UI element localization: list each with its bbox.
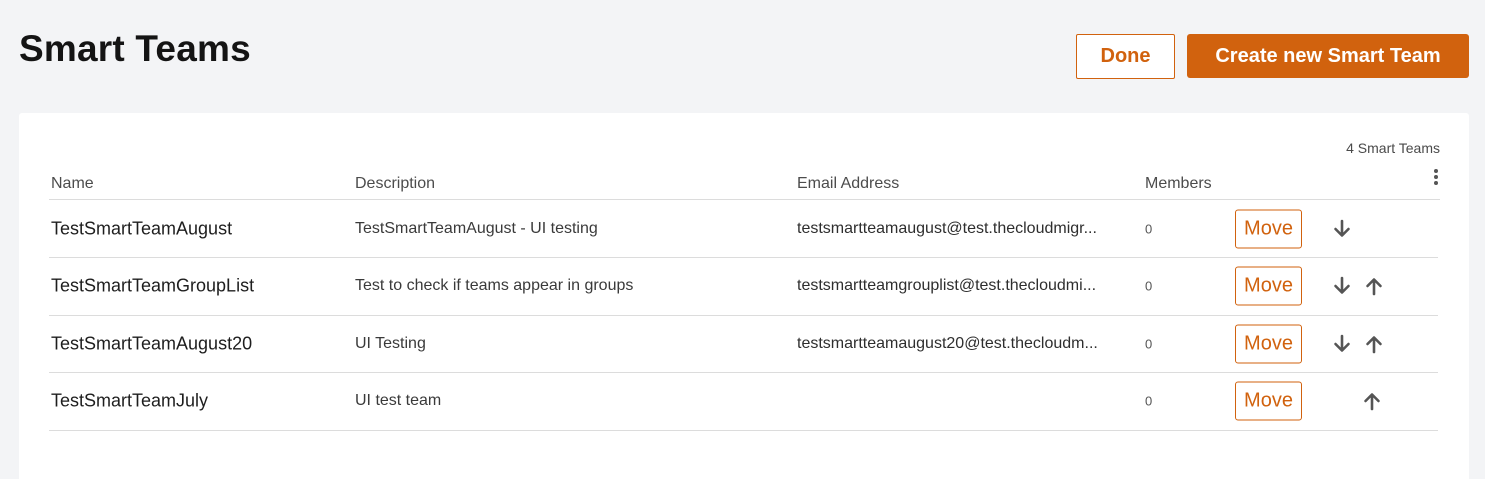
team-email: testsmartteamaugust20@test.thecloudm... xyxy=(797,334,1098,352)
table-header: Name Description Email Address Members xyxy=(49,173,1440,200)
team-description: Test to check if teams appear in groups xyxy=(355,277,634,294)
team-description: UI test team xyxy=(355,392,442,409)
move-button[interactable]: Move xyxy=(1235,381,1302,421)
arrow-up-icon[interactable] xyxy=(1363,333,1385,355)
smart-teams-table-card: 4 Smart Teams Name Description Email Add… xyxy=(19,113,1469,479)
table-row[interactable]: TestSmartTeamGroupList Test to check if t… xyxy=(49,258,1438,316)
move-button[interactable]: Move xyxy=(1235,266,1302,306)
done-button[interactable]: Done xyxy=(1076,34,1175,79)
arrow-up-icon[interactable] xyxy=(1363,275,1385,297)
team-description: TestSmartTeamAugust - UI testing xyxy=(355,219,598,237)
column-header-name[interactable]: Name xyxy=(51,175,94,193)
column-header-email[interactable]: Email Address xyxy=(797,175,899,193)
move-button[interactable]: Move xyxy=(1235,209,1302,248)
team-name[interactable]: TestSmartTeamJuly xyxy=(51,391,208,412)
team-members-count: 0 xyxy=(1145,221,1153,236)
arrow-down-icon[interactable] xyxy=(1331,275,1353,297)
arrow-up-icon[interactable] xyxy=(1361,390,1383,412)
team-name[interactable]: TestSmartTeamAugust20 xyxy=(51,333,252,354)
team-description: UI Testing xyxy=(355,334,426,352)
arrow-down-icon[interactable] xyxy=(1331,333,1353,355)
table-row[interactable]: TestSmartTeamJuly UI test team 0 Move xyxy=(49,373,1438,431)
arrow-down-icon[interactable] xyxy=(1331,218,1353,240)
column-header-members[interactable]: Members xyxy=(1145,175,1212,193)
table-row[interactable]: TestSmartTeamAugust TestSmartTeamAugust -… xyxy=(49,200,1438,258)
table-row[interactable]: TestSmartTeamAugust20 UI Testing testsmart… xyxy=(49,315,1438,373)
column-header-description[interactable]: Description xyxy=(355,175,435,193)
team-email: testsmartteamaugust@test.thecloudmigr... xyxy=(797,219,1097,237)
team-name[interactable]: TestSmartTeamAugust xyxy=(51,218,232,239)
page-title: Smart Teams xyxy=(19,28,251,69)
smart-team-count: 4 Smart Teams xyxy=(1346,140,1440,156)
create-smart-team-button[interactable]: Create new Smart Team xyxy=(1187,34,1469,78)
team-email: testsmartteamgrouplist@test.thecloudmi..… xyxy=(797,277,1097,294)
move-button[interactable]: Move xyxy=(1235,324,1302,363)
team-members-count: 0 xyxy=(1145,393,1153,409)
team-name[interactable]: TestSmartTeamGroupList xyxy=(51,276,254,297)
team-members-count: 0 xyxy=(1145,278,1153,294)
team-members-count: 0 xyxy=(1145,336,1153,351)
smart-teams-page: Smart Teams Done Create new Smart Team 4… xyxy=(0,0,1485,479)
